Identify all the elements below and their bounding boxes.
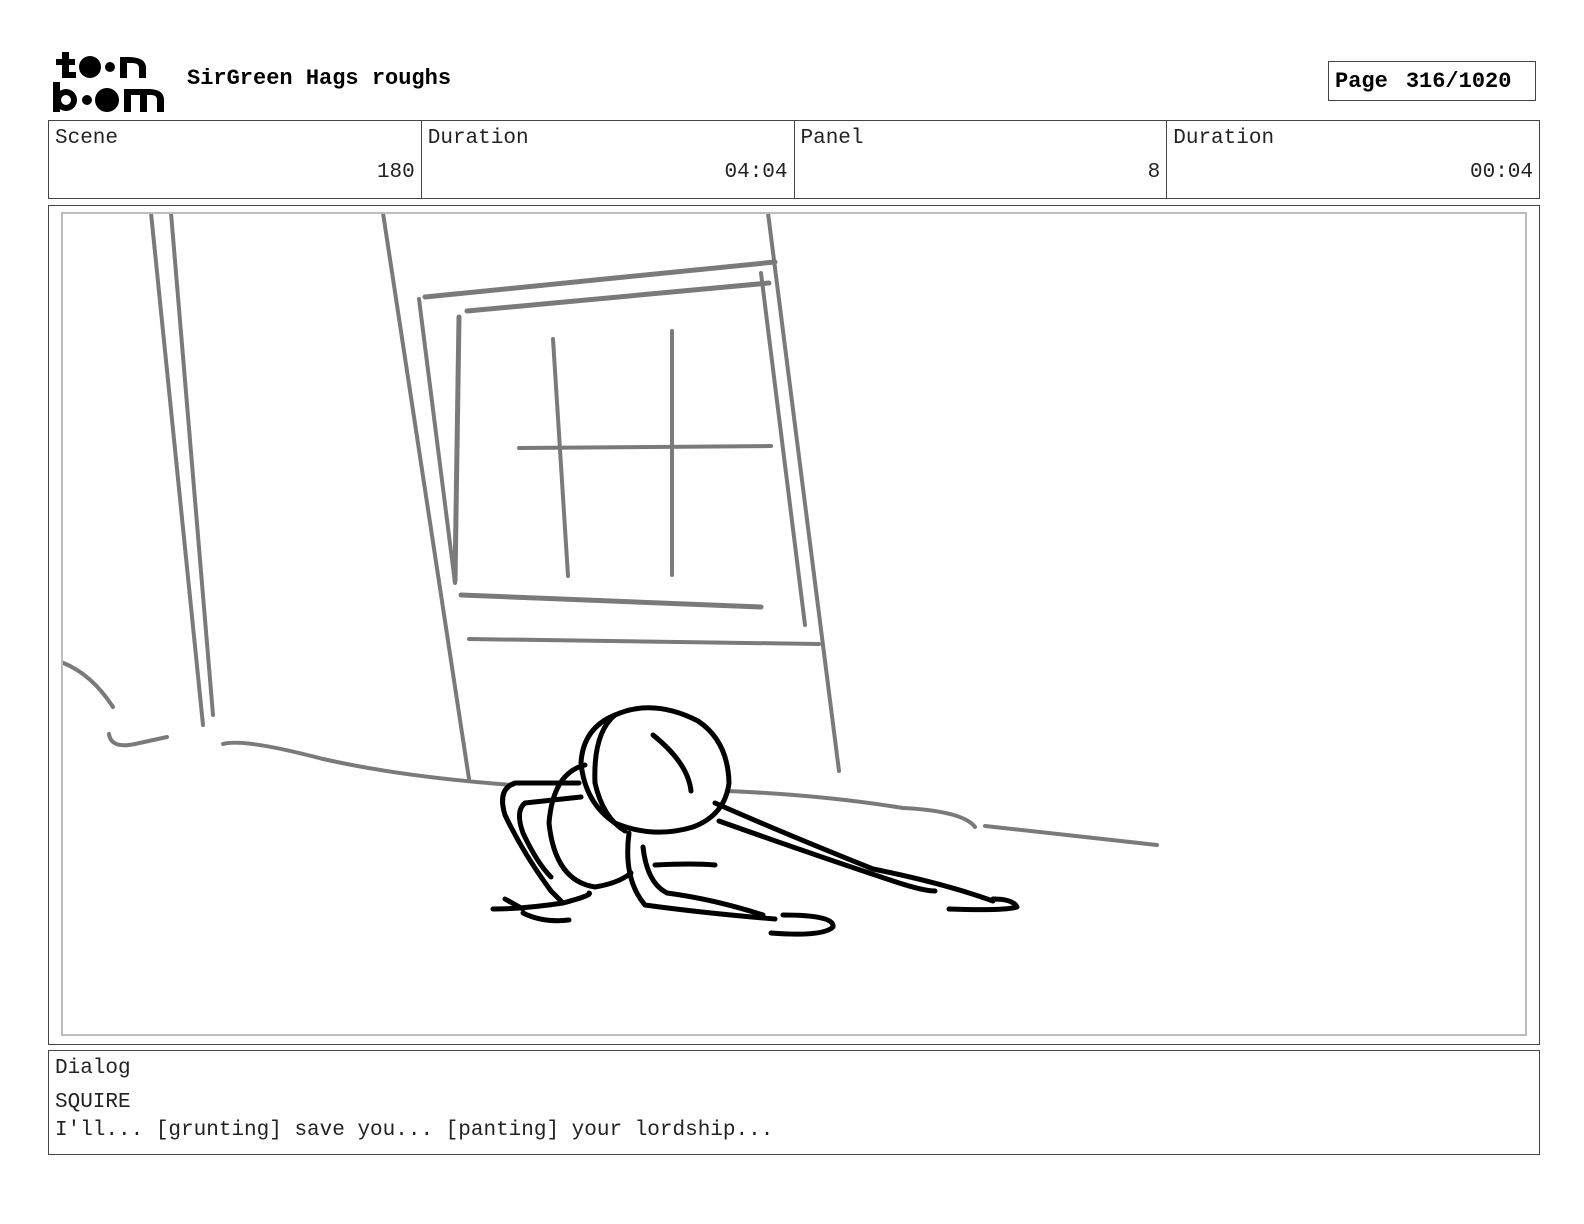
panel-duration-label: Duration: [1173, 127, 1275, 150]
window-frame: [422, 259, 778, 300]
squire-character: [490, 705, 1020, 937]
dialog-line: I'll... [grunting] save you... [panting]…: [55, 1119, 774, 1142]
squire-extended-foot: [946, 896, 1020, 913]
scene-duration-value: 04:04: [724, 161, 788, 184]
background-sketch: [63, 214, 1159, 847]
dialog-speaker: SQUIRE: [55, 1091, 131, 1114]
squire-hand: [520, 910, 572, 924]
window-frame: [452, 314, 462, 584]
floor-line: [63, 660, 115, 709]
scene-label: Scene: [55, 127, 119, 150]
window-mullion: [551, 337, 570, 578]
scene-value: 180: [376, 161, 415, 184]
door-edge: [766, 214, 841, 773]
scene-duration-label: Duration: [427, 127, 529, 150]
panel-duration-cell: Duration 00:04: [1167, 121, 1539, 198]
squire-knee: [652, 861, 718, 868]
window-sill: [467, 637, 821, 646]
squire-extended-leg: [716, 818, 938, 894]
panel-sketch: [63, 214, 1159, 937]
squire-foot: [768, 912, 836, 937]
squire-helmet-rim: [592, 712, 628, 834]
scene-duration-cell: Duration 04:04: [422, 121, 795, 198]
floor-line: [107, 732, 169, 748]
storyboard-panel-image: [61, 212, 1527, 1036]
window-sill: [458, 592, 764, 610]
panel-label: Panel: [800, 127, 864, 150]
page-indicator: Page 316/1020: [1328, 61, 1536, 101]
dialog-box: Dialog SQUIRE I'll... [grunting] save yo…: [48, 1050, 1540, 1155]
page-number: 316/1020: [1405, 68, 1512, 94]
floor-line: [726, 789, 977, 829]
panel-value: 8: [1147, 161, 1161, 184]
squire-face-line: [650, 732, 694, 794]
dialog-label: Dialog: [55, 1057, 131, 1080]
floor-line: [983, 824, 1159, 847]
scene-cell: Scene 180: [49, 121, 422, 198]
storyboard-panel-frame: [48, 205, 1540, 1045]
toonboom-logo: [53, 52, 164, 112]
project-title: SirGreen Hags roughs: [187, 66, 452, 91]
squire-extended-leg: [712, 800, 996, 904]
info-row: Scene 180 Duration 04:04 Panel 8 Duratio…: [48, 120, 1540, 199]
window-mullion: [517, 444, 773, 450]
page-label: Page: [1335, 68, 1388, 94]
panel-cell: Panel 8: [795, 121, 1168, 198]
panel-duration-value: 00:04: [1469, 161, 1533, 184]
window-frame: [417, 297, 457, 585]
